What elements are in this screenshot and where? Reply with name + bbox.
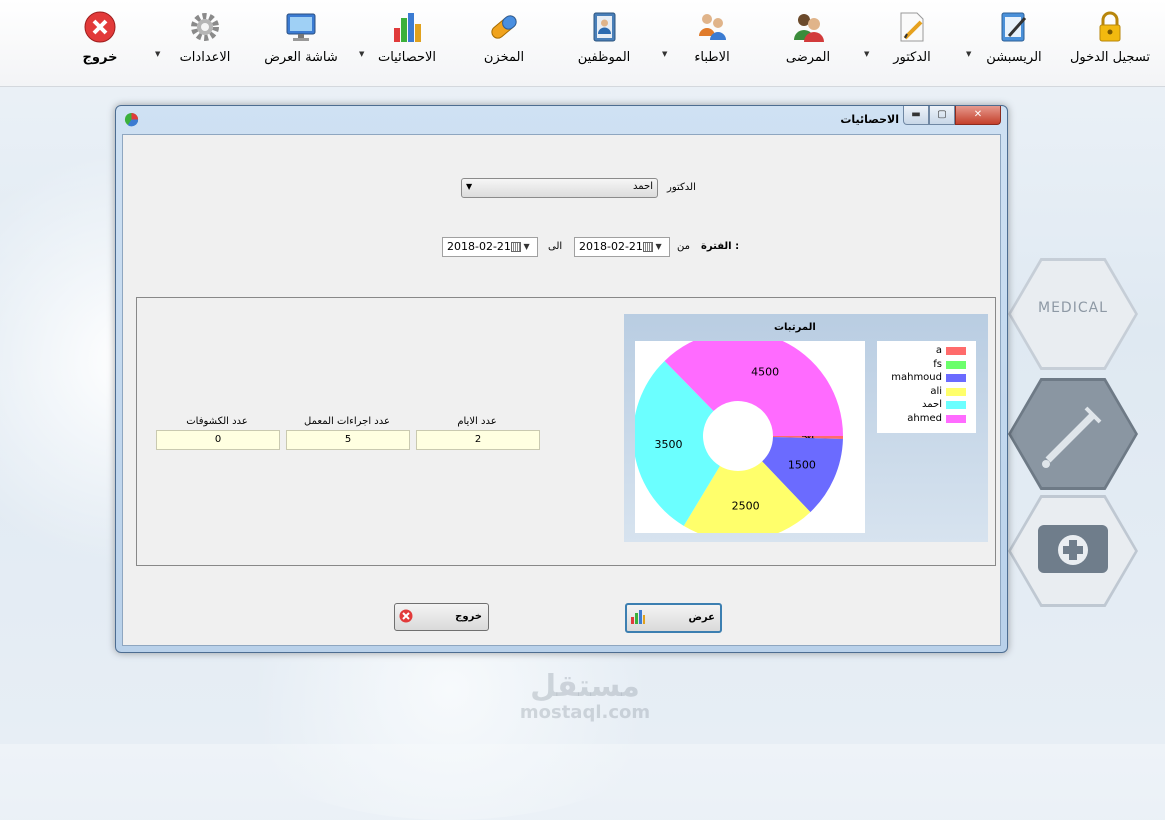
toolbar-exit[interactable]: خروج bbox=[50, 10, 150, 80]
gear-icon bbox=[188, 10, 222, 44]
pie-slice-label-2: 1500 bbox=[788, 459, 816, 472]
statistics-window: الاحصائيات ▬ ▢ ✕ الدكتور ▼ احمد الفترة :… bbox=[115, 105, 1008, 653]
legend-label-5: ahmed bbox=[907, 412, 942, 424]
calendar-dropdown-icon[interactable]: ▼ bbox=[511, 240, 535, 253]
legend-item-2: mahmoud bbox=[877, 372, 976, 385]
legend-label-0: a bbox=[935, 345, 942, 356]
chevron-down-icon[interactable]: ▼ bbox=[662, 50, 667, 58]
bar-chart-icon bbox=[390, 10, 424, 44]
legend-item-5: ahmed bbox=[877, 413, 976, 426]
calendar-dropdown-icon[interactable]: ▼ bbox=[643, 240, 667, 253]
legend-label-4: احمد bbox=[922, 399, 942, 410]
legend-item-4: احمد bbox=[877, 399, 976, 412]
exit-x-icon bbox=[83, 10, 117, 44]
toolbar-doctors[interactable]: الاطباء ▼ bbox=[662, 10, 762, 80]
legend-item-0: a bbox=[877, 345, 976, 358]
exams-count-field[interactable]: 0 bbox=[156, 430, 280, 450]
period-label: الفترة : bbox=[701, 241, 740, 252]
lab-procedures-label: عدد اجراءات المعمل bbox=[304, 416, 390, 427]
exams-count-label: عدد الكشوفات bbox=[186, 416, 248, 427]
from-label: من bbox=[677, 241, 690, 252]
to-date-picker[interactable]: 2018-02-21 ▼ bbox=[442, 237, 538, 257]
toolbar-doctor[interactable]: الدكتور ▼ bbox=[862, 10, 962, 80]
address-book-icon bbox=[587, 10, 621, 44]
chart-plot-area: 5411500250035004500 bbox=[633, 331, 865, 541]
close-icon bbox=[399, 609, 413, 626]
legend-swatch-2 bbox=[946, 374, 966, 382]
note-pencil-icon bbox=[895, 10, 929, 44]
syringe-hexagon bbox=[1008, 378, 1138, 490]
minimize-button[interactable]: ▬ bbox=[903, 106, 929, 125]
salaries-chart: المرتبات 5411500250035004500 afsmahmouda… bbox=[624, 314, 988, 542]
main-toolbar: تسجيل الدخول الريسبشن ▼ الدكتور ▼ المرضى… bbox=[0, 0, 1165, 87]
legend-swatch-0 bbox=[946, 347, 966, 355]
chart-legend: a fs mahmoud ali احمد ahmed bbox=[877, 341, 976, 433]
medical-hexagon: MEDICAL bbox=[1008, 258, 1138, 370]
bar-chart-icon bbox=[630, 609, 646, 628]
toolbar-settings[interactable]: الاعدادات ▼ bbox=[155, 10, 255, 80]
show-button[interactable]: عرض bbox=[625, 603, 722, 633]
lock-icon bbox=[1093, 10, 1127, 44]
legend-swatch-3 bbox=[946, 387, 966, 396]
chart-title: المرتبات bbox=[774, 322, 816, 333]
chevron-down-icon[interactable]: ▼ bbox=[359, 50, 364, 58]
toolbar-patients[interactable]: المرضى bbox=[758, 10, 858, 80]
window-controls: ▬ ▢ ✕ bbox=[903, 106, 1001, 126]
chevron-down-icon: ▼ bbox=[466, 182, 473, 191]
legend-label-1: fs bbox=[933, 358, 942, 370]
medkit-hexagon bbox=[1008, 495, 1138, 607]
toolbar-display-screen[interactable]: شاشة العرض bbox=[251, 10, 351, 80]
window-title: الاحصائيات bbox=[840, 113, 899, 126]
toolbar-statistics[interactable]: الاحصائيات ▼ bbox=[357, 10, 457, 80]
toolbar-store[interactable]: المخزن bbox=[454, 10, 554, 80]
legend-item-3: ali bbox=[877, 386, 976, 399]
window-client-area: الدكتور ▼ احمد الفترة : من 2018-02-21 ▼ … bbox=[122, 134, 1001, 646]
chevron-down-icon[interactable]: ▼ bbox=[864, 50, 869, 58]
toolbar-employees[interactable]: الموظفين bbox=[554, 10, 654, 80]
from-date-picker[interactable]: 2018-02-21 ▼ bbox=[574, 237, 670, 257]
days-count-field[interactable]: 2 bbox=[416, 430, 540, 450]
legend-label-3: ali bbox=[930, 385, 942, 397]
toolbar-reception[interactable]: الريسبشن ▼ bbox=[964, 10, 1064, 80]
toolbar-login[interactable]: تسجيل الدخول bbox=[1060, 10, 1160, 80]
legend-swatch-5 bbox=[946, 414, 966, 423]
maximize-button[interactable]: ▢ bbox=[929, 106, 955, 125]
pill-icon bbox=[487, 10, 521, 44]
doctor-select[interactable]: ▼ احمد bbox=[461, 178, 658, 198]
close-button[interactable]: ✕ bbox=[955, 106, 1001, 125]
patients-group-icon bbox=[791, 10, 825, 44]
pie-slice-label-3: 2500 bbox=[732, 500, 760, 513]
legend-swatch-4 bbox=[946, 401, 966, 409]
chevron-down-icon[interactable]: ▼ bbox=[966, 50, 971, 58]
exit-button[interactable]: خروج bbox=[394, 603, 489, 631]
pie-chart-app-icon bbox=[124, 112, 139, 127]
pie-slice-label-4: 3500 bbox=[654, 438, 682, 451]
notepad-pen-icon bbox=[997, 10, 1031, 44]
legend-item-1: fs bbox=[877, 359, 976, 372]
legend-label-2: mahmoud bbox=[891, 372, 942, 383]
doctors-group-icon bbox=[695, 10, 729, 44]
days-count-label: عدد الايام bbox=[457, 416, 497, 427]
watermark: مستقل mostaql.com bbox=[519, 669, 651, 724]
chevron-down-icon[interactable]: ▼ bbox=[155, 50, 160, 58]
to-label: الى bbox=[548, 241, 563, 252]
legend-swatch-1 bbox=[946, 360, 966, 369]
pie-chart-svg: 5411500250035004500 bbox=[633, 331, 843, 541]
lab-procedures-field[interactable]: 5 bbox=[286, 430, 410, 450]
results-panel: عدد الايام 2 عدد اجراءات المعمل 5 عدد ال… bbox=[136, 297, 996, 566]
doctor-label: الدكتور bbox=[667, 182, 696, 193]
monitor-icon bbox=[284, 10, 318, 44]
pie-slice-label-5: 4500 bbox=[751, 365, 779, 378]
